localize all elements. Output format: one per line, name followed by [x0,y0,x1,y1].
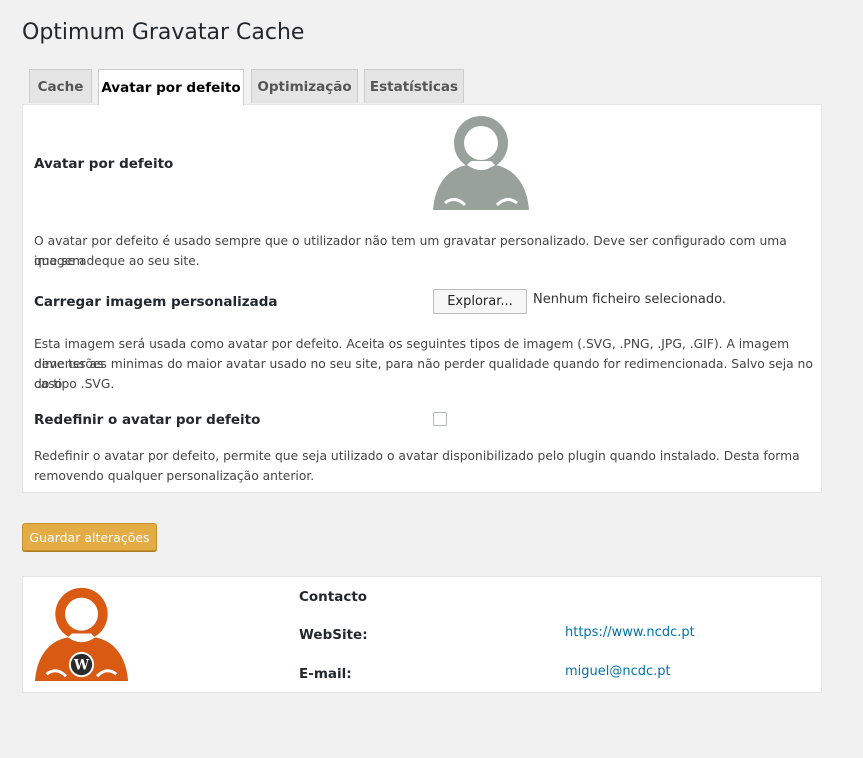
upload-desc-line2: dimenssões minimas do maior avatar usado… [34,357,813,391]
website-link[interactable]: https://www.ncdc.pt [565,625,695,640]
contact-title: Contacto [299,589,368,605]
settings-panel: Avatar por defeito O avatar por defeito … [22,104,822,493]
contact-panel: W Contacto WebSite: https://www.ncdc.pt … [22,576,822,693]
upload-label: Carregar imagem personalizada [34,294,278,310]
reset-checkbox[interactable] [433,412,447,426]
upload-desc-line3: do tipo .SVG. [34,377,115,391]
default-avatar-icon [433,116,529,210]
tab-optimization[interactable]: Optimização [251,69,358,103]
email-label: E-mail: [299,666,352,682]
tab-cache[interactable]: Cache [29,69,92,103]
reset-label: Redefinir o avatar por defeito [34,412,261,428]
default-avatar-desc-line2: que se adeque ao seu site. [34,254,200,268]
browse-button[interactable]: Explorar... [433,289,527,314]
default-avatar-label: Avatar por defeito [34,156,174,172]
plugin-logo-icon: W [34,587,129,682]
tab-default-avatar[interactable]: Avatar por defeito [98,69,244,105]
reset-desc-line2: removendo qualquer personalização anteri… [34,469,315,483]
save-button[interactable]: Guardar alterações [22,523,157,551]
svg-text:W: W [73,657,90,673]
file-status: Nenhum ficheiro selecionado. [533,292,726,307]
email-link[interactable]: miguel@ncdc.pt [565,664,671,679]
website-label: WebSite: [299,627,368,643]
reset-desc-line1: Redefinir o avatar por defeito, permite … [34,449,800,463]
page-title: Optimum Gravatar Cache [22,20,305,45]
tab-statistics[interactable]: Estatísticas [364,69,464,103]
